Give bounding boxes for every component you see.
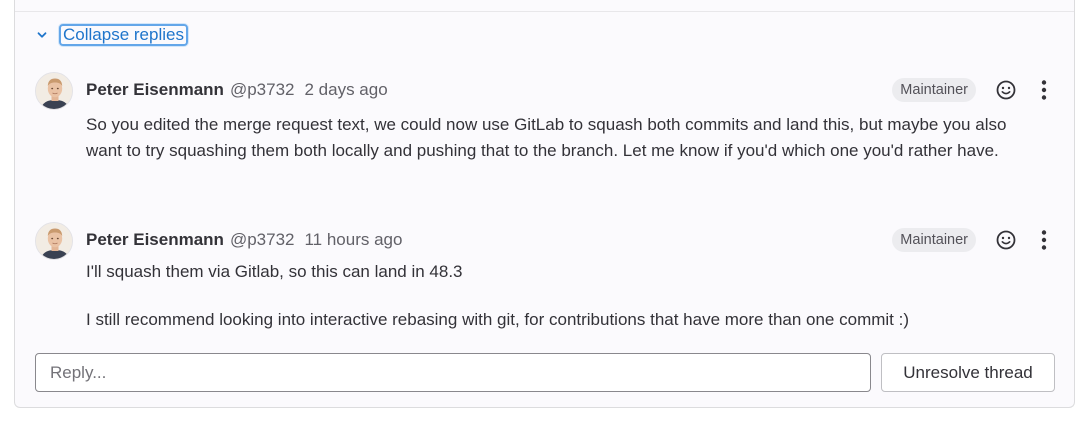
note-actions: Maintainer xyxy=(892,226,1058,254)
author-name[interactable]: Peter Eisenmann xyxy=(86,230,224,250)
note-header: Peter Eisenmann @p3732 11 hours ago xyxy=(86,230,402,250)
chevron-down-icon[interactable] xyxy=(35,28,49,42)
note-actions: Maintainer xyxy=(892,76,1058,104)
kebab-menu-icon[interactable] xyxy=(1030,76,1058,104)
avatar[interactable] xyxy=(35,72,73,110)
reply-input[interactable] xyxy=(35,353,871,392)
discussion-note: Peter Eisenmann @p3732 2 days ago Mainta… xyxy=(35,72,1058,192)
author-username[interactable]: @p3732 xyxy=(230,80,295,100)
note-timestamp[interactable]: 2 days ago xyxy=(304,80,387,100)
thread-divider xyxy=(15,11,1074,12)
role-badge: Maintainer xyxy=(892,228,976,252)
note-paragraph: So you edited the merge request text, we… xyxy=(86,115,1007,160)
collapse-replies-link[interactable]: Collapse replies xyxy=(59,24,188,46)
note-header: Peter Eisenmann @p3732 2 days ago xyxy=(86,80,388,100)
note-timestamp[interactable]: 11 hours ago xyxy=(304,230,402,250)
smiley-icon[interactable] xyxy=(992,76,1020,104)
avatar[interactable] xyxy=(35,222,73,260)
author-name[interactable]: Peter Eisenmann xyxy=(86,80,224,100)
role-badge: Maintainer xyxy=(892,78,976,102)
discussion-thread: Collapse replies Peter Eisenmann @p3732 … xyxy=(14,0,1075,408)
unresolve-thread-button[interactable]: Unresolve thread xyxy=(881,353,1055,392)
note-body: I'll squash them via Gitlab, so this can… xyxy=(86,259,1032,333)
note-paragraph: I'll squash them via Gitlab, so this can… xyxy=(86,262,463,281)
discussion-note: Peter Eisenmann @p3732 11 hours ago Main… xyxy=(35,222,1058,342)
note-paragraph: I still recommend looking into interacti… xyxy=(86,310,909,329)
smiley-icon[interactable] xyxy=(992,226,1020,254)
kebab-menu-icon[interactable] xyxy=(1030,226,1058,254)
note-body: So you edited the merge request text, we… xyxy=(86,112,1032,164)
collapse-replies-toggle[interactable]: Collapse replies xyxy=(35,24,188,46)
author-username[interactable]: @p3732 xyxy=(230,230,295,250)
